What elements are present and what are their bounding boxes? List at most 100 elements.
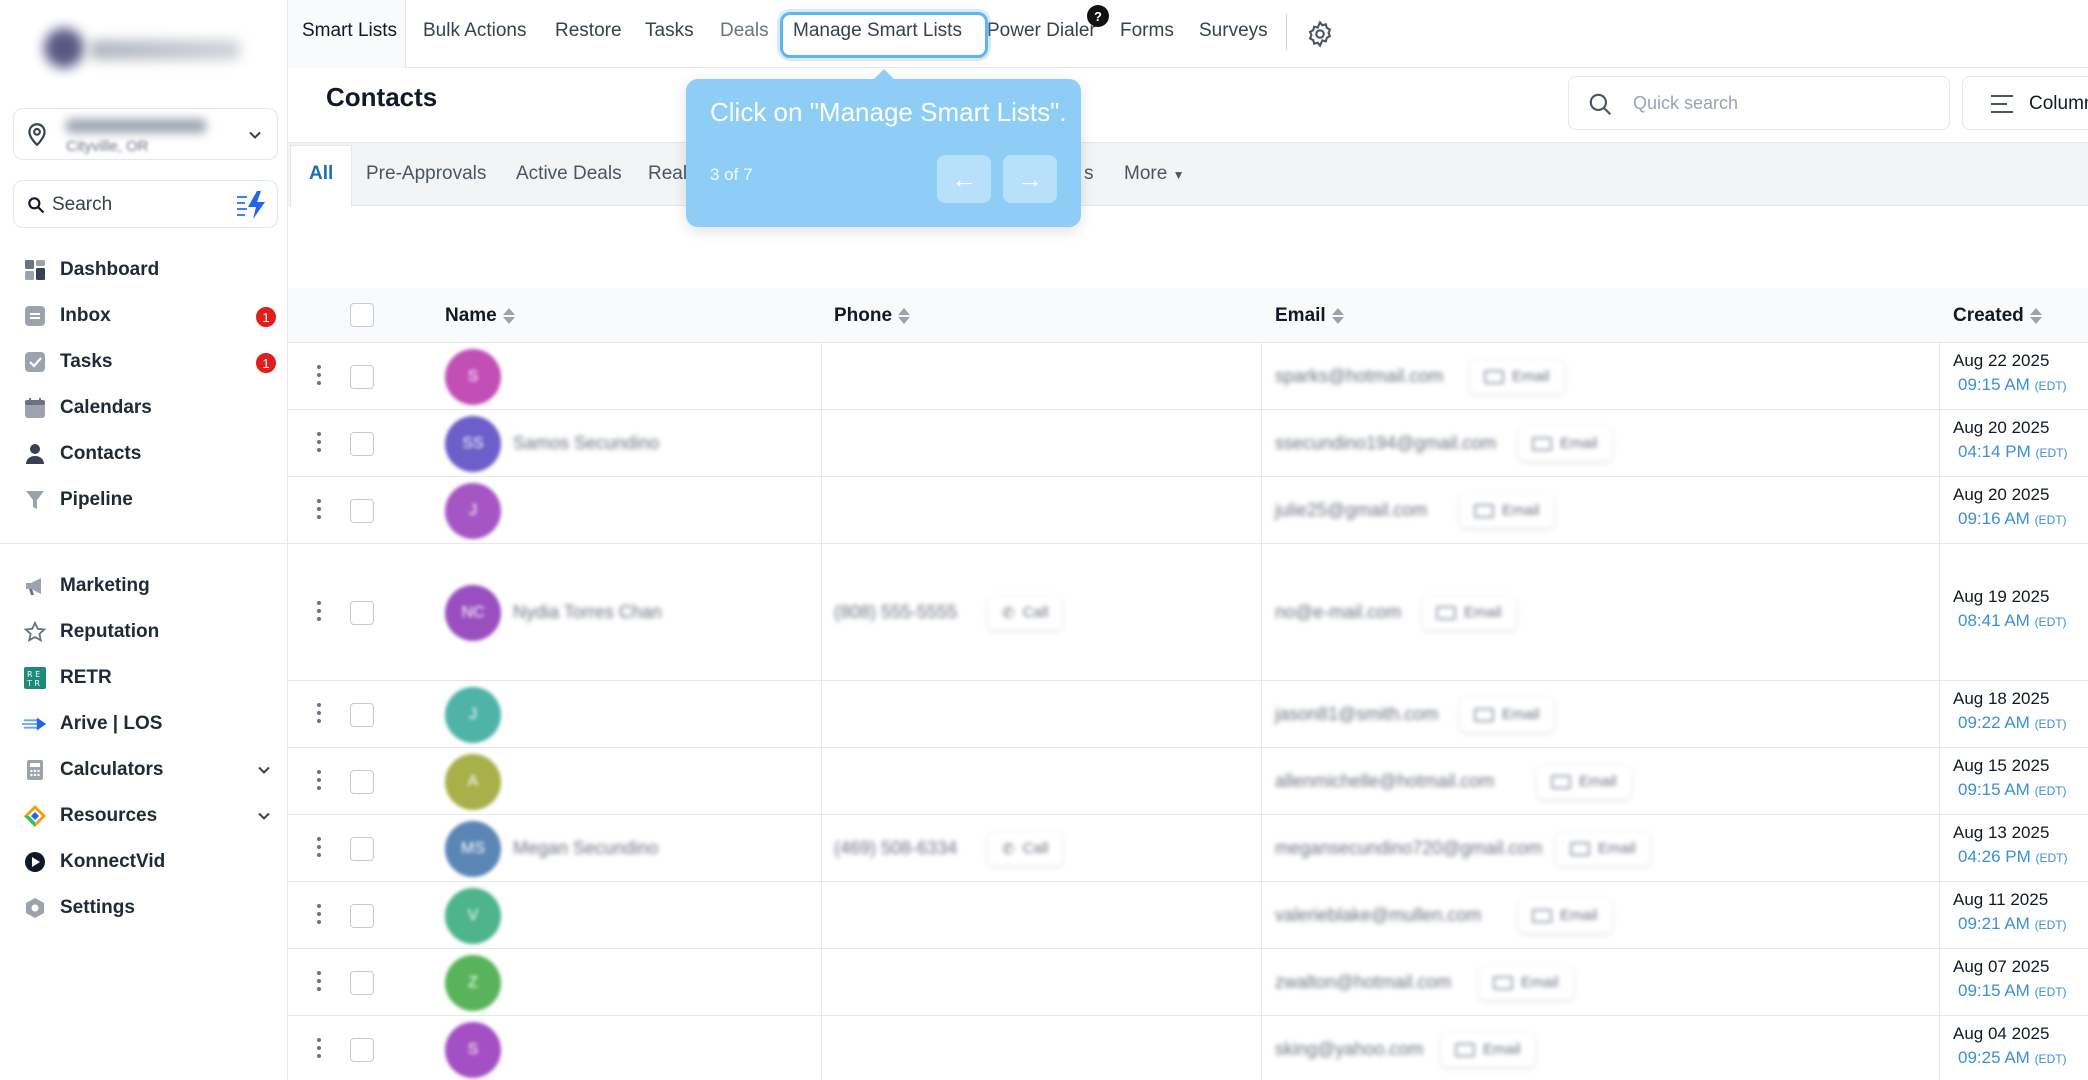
row-actions-kebab-icon[interactable] — [316, 364, 322, 389]
row-checkbox[interactable] — [350, 498, 374, 523]
tab-bulk-actions[interactable]: Bulk Actions — [423, 20, 527, 42]
tab-surveys[interactable]: Surveys — [1199, 20, 1268, 42]
contact-email[interactable]: sparks@hotmail.com — [1275, 366, 1443, 387]
row-actions-kebab-icon[interactable] — [316, 903, 322, 928]
sidebar-item-calendars[interactable]: Calendars — [22, 388, 282, 428]
quick-search-input[interactable]: Quick search — [1568, 76, 1950, 130]
contact-email[interactable]: valerieblake@mullen.com — [1275, 905, 1481, 926]
contact-email[interactable]: no@e-mail.com — [1275, 602, 1401, 623]
company-logo[interactable] — [44, 28, 244, 68]
row-checkbox[interactable] — [350, 364, 374, 389]
quick-action-bolt-icon[interactable] — [235, 189, 269, 221]
column-email[interactable]: Email — [1275, 305, 1344, 327]
email-button[interactable]: Email — [1556, 831, 1650, 866]
email-button[interactable]: Email — [1470, 359, 1564, 394]
sidebar-item-marketing[interactable]: Marketing — [22, 566, 282, 606]
sidebar-item-settings[interactable]: Settings — [22, 888, 282, 928]
avatar[interactable]: S — [445, 348, 501, 405]
tab-restore[interactable]: Restore — [555, 20, 622, 42]
tooltip-next-button[interactable]: → — [1003, 155, 1057, 203]
avatar[interactable]: J — [445, 482, 501, 539]
table-row[interactable]: Ssking@yahoo.com Email Aug 04 2025 09:25 … — [288, 1016, 2088, 1080]
contact-phone[interactable]: (469) 508-6334 — [834, 838, 957, 859]
email-button[interactable]: Email — [1479, 965, 1573, 1000]
avatar[interactable]: J — [445, 686, 501, 743]
row-actions-kebab-icon[interactable] — [316, 970, 322, 995]
column-phone[interactable]: Phone — [834, 305, 911, 327]
contact-name[interactable]: Nydia Torres Chan — [513, 602, 662, 623]
avatar[interactable]: Z — [445, 954, 501, 1011]
row-actions-kebab-icon[interactable] — [316, 836, 322, 861]
call-button[interactable]: ✆ Call — [988, 595, 1063, 630]
tab-pre-approvals[interactable]: Pre-Approvals — [366, 163, 486, 185]
row-checkbox[interactable] — [350, 600, 374, 625]
sort-icon[interactable] — [502, 307, 515, 325]
tab-active-deals[interactable]: Active Deals — [516, 163, 622, 185]
row-actions-kebab-icon[interactable] — [316, 702, 322, 727]
contact-name[interactable]: Samos Secundino — [513, 433, 659, 454]
avatar[interactable]: A — [445, 753, 501, 810]
row-actions-kebab-icon[interactable] — [316, 1037, 322, 1062]
table-row[interactable]: MS Megan Secundino (469) 508-6334 ✆ Call mega… — [288, 815, 2088, 882]
row-checkbox[interactable] — [350, 836, 374, 861]
columns-button[interactable]: Columns — [1962, 76, 2088, 130]
sort-icon[interactable] — [898, 307, 911, 325]
sidebar-item-inbox[interactable]: Inbox 1 — [22, 296, 282, 336]
sidebar-search[interactable]: Search — [13, 180, 278, 228]
row-checkbox[interactable] — [350, 970, 374, 995]
row-checkbox[interactable] — [350, 769, 374, 794]
tab-power-dialer[interactable]: Power Dialer — [987, 20, 1096, 42]
sort-icon[interactable] — [2029, 307, 2042, 325]
column-name[interactable]: Name — [445, 305, 515, 327]
contact-email[interactable]: allenmichelle@hotmail.com — [1275, 771, 1494, 792]
tab-tasks[interactable]: Tasks — [645, 20, 694, 42]
avatar[interactable]: S — [445, 1021, 501, 1078]
sidebar-item-reputation[interactable]: Reputation — [22, 612, 282, 652]
sidebar-item-tasks[interactable]: Tasks 1 — [22, 342, 282, 382]
contact-phone[interactable]: (808) 555-5555 — [834, 602, 957, 623]
sidebar-item-dashboard[interactable]: Dashboard — [22, 250, 282, 290]
row-actions-kebab-icon[interactable] — [316, 498, 322, 523]
contact-email[interactable]: megansecundino720@gmail.com — [1275, 838, 1542, 859]
contact-name[interactable]: Megan Secundino — [513, 838, 658, 859]
table-row[interactable]: Aallenmichelle@hotmail.com Email Aug 15 2… — [288, 748, 2088, 815]
contact-email[interactable]: zwalton@hotmail.com — [1275, 972, 1451, 993]
tab-hidden-partial[interactable]: s — [1084, 163, 1094, 185]
row-checkbox[interactable] — [350, 702, 374, 727]
table-row[interactable]: Vvalerieblake@mullen.com Email Aug 11 202… — [288, 882, 2088, 949]
row-actions-kebab-icon[interactable] — [316, 600, 322, 625]
more-tabs-dropdown[interactable]: More ▼ — [1124, 163, 1184, 185]
row-actions-kebab-icon[interactable] — [316, 431, 322, 456]
tooltip-back-button[interactable]: ← — [937, 155, 991, 203]
table-row[interactable]: Jjason81@smith.com Email Aug 18 2025 09:2… — [288, 681, 2088, 748]
sidebar-item-arive[interactable]: Arive | LOS — [22, 704, 282, 744]
email-button[interactable]: Email — [1460, 493, 1554, 528]
sidebar-item-calculators[interactable]: Calculators — [22, 750, 282, 790]
avatar[interactable]: NC — [445, 584, 501, 641]
chevron-down-icon[interactable] — [254, 760, 274, 780]
email-button[interactable]: Email — [1537, 764, 1631, 799]
tab-all[interactable]: All — [309, 163, 333, 185]
avatar[interactable]: SS — [445, 415, 501, 472]
contact-email[interactable]: jason81@smith.com — [1275, 704, 1438, 725]
row-actions-kebab-icon[interactable] — [316, 769, 322, 794]
table-row[interactable]: NC Nydia Torres Chan (808) 555-5555 ✆ Call no… — [288, 544, 2088, 681]
table-row[interactable]: Ssparks@hotmail.com Email Aug 22 2025 09:… — [288, 343, 2088, 410]
table-row[interactable]: Zzwalton@hotmail.com Email Aug 07 2025 09… — [288, 949, 2088, 1016]
row-checkbox[interactable] — [350, 431, 374, 456]
contact-email[interactable]: ssecundino194@gmail.com — [1275, 433, 1496, 454]
email-button[interactable]: Email — [1460, 697, 1554, 732]
row-checkbox[interactable] — [350, 903, 374, 928]
select-all-checkbox[interactable] — [350, 303, 374, 327]
email-button[interactable]: Email — [1441, 1032, 1535, 1067]
gear-icon[interactable] — [1306, 20, 1334, 48]
sidebar-item-retr[interactable]: R ET R RETR — [22, 658, 282, 698]
contact-email[interactable]: sking@yahoo.com — [1275, 1039, 1423, 1060]
email-button[interactable]: Email — [1518, 426, 1612, 461]
contact-email[interactable]: julie25@gmail.com — [1275, 500, 1427, 521]
tab-deals[interactable]: Deals — [720, 20, 769, 42]
tab-real[interactable]: Real — [648, 163, 687, 185]
call-button[interactable]: ✆ Call — [988, 831, 1063, 866]
avatar[interactable]: V — [445, 887, 501, 944]
email-button[interactable]: Email — [1422, 595, 1516, 630]
